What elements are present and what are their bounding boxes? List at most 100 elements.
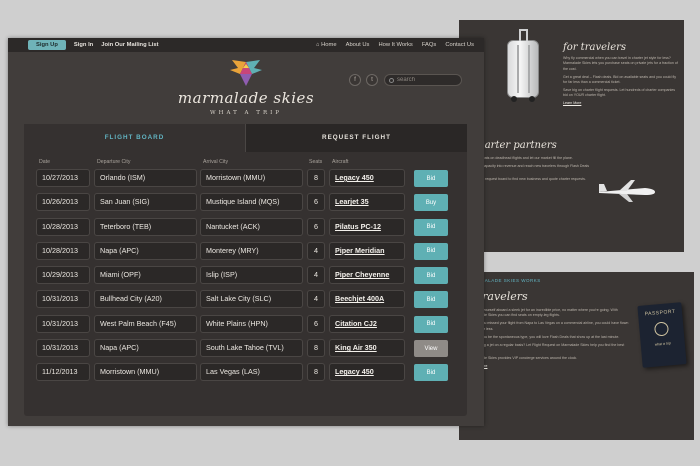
date-cell: 11/12/2013 (36, 363, 90, 382)
departure-cell: Orlando (ISM) (94, 169, 197, 187)
aircraft-link[interactable]: Piper Meridian (329, 241, 405, 260)
departure-cell: Morristown (MMU) (94, 363, 197, 382)
aircraft-link[interactable]: Legacy 450 (329, 363, 405, 382)
date-cell: 10/26/2013 (36, 193, 90, 212)
departure-cell: Miami (OPF) (94, 266, 197, 285)
twitter-icon[interactable]: t (366, 74, 378, 86)
bottom-text-4: Chartering a jet on a regular basis? Let… (469, 342, 625, 352)
bird-logo[interactable] (228, 58, 264, 88)
bottom-text-5: Marmalade Skies provides VIP concierge s… (469, 355, 578, 360)
table-row: 11/12/2013 Morristown (MMU) Las Vegas (LAS… (24, 363, 467, 383)
learn-more-link[interactable]: Learn More (563, 101, 581, 105)
travelers-text-1: Why fly commercial when you can travel i… (563, 56, 678, 71)
bid-button[interactable]: Bid (414, 315, 448, 333)
jet-image (599, 180, 655, 202)
arrival-cell: Nantucket (ACK) (200, 217, 303, 236)
date-cell: 10/27/2013 (36, 169, 90, 187)
date-cell: 10/28/2013 (36, 217, 90, 236)
bid-button[interactable]: Bid (414, 242, 448, 260)
aircraft-link[interactable]: King Air 350 (329, 339, 405, 358)
arrival-cell: Islip (ISP) (200, 266, 303, 285)
mailing-list-link[interactable]: Join Our Mailing List (101, 42, 158, 48)
date-cell: 10/31/2013 (36, 339, 90, 358)
search-input[interactable] (397, 77, 457, 83)
preview-panel-how-it-works: MARMALADE SKIES WORKS r travelers Imagin… (459, 272, 694, 440)
col-date: Date (39, 159, 50, 165)
travelers-text-3: Save big on charter flight requests. Let… (563, 88, 676, 98)
passport-image: PASSPORT what a trip (637, 302, 687, 368)
seats-cell: 4 (307, 266, 325, 285)
bid-button[interactable]: Bid (414, 364, 448, 382)
seats-cell: 8 (307, 169, 325, 187)
brand-name: marmalade skies (177, 89, 315, 107)
aircraft-link[interactable]: Piper Cheyenne (329, 266, 405, 285)
nav-contact-link[interactable]: Contact Us (445, 42, 474, 48)
travelers-heading: for travelers (563, 42, 627, 53)
col-departure: Departure City (97, 159, 131, 165)
nav-home-link[interactable]: ⌂ Home (316, 42, 337, 48)
departure-cell: Napa (APC) (94, 241, 197, 260)
sign-up-button[interactable]: Sign Up (28, 40, 66, 50)
table-row: 10/27/2013 Orlando (ISM) Morristown (MMU) 8… (24, 169, 467, 189)
date-cell: 10/31/2013 (36, 290, 90, 309)
table-row: 10/31/2013 Napa (APC) South Lake Tahoe (TV… (24, 339, 467, 359)
table-row: 10/31/2013 Bullhead City (A20) Salt Lake C… (24, 290, 467, 310)
view-button[interactable]: View (414, 340, 448, 358)
seats-cell: 4 (307, 241, 325, 260)
buy-button[interactable]: Buy (414, 194, 448, 212)
brand-tagline: WHAT A TRIP (210, 110, 282, 116)
date-cell: 10/28/2013 (36, 241, 90, 260)
board-tabs: FLIGHT BOARD REQUEST FLIGHT (24, 124, 467, 152)
preview-panel-travelers: for travelers Why fly commercial when yo… (459, 20, 684, 252)
table-row: 10/26/2013 San Juan (SIG) Mustique Island … (24, 193, 467, 213)
departure-cell: Teterboro (TEB) (94, 217, 197, 236)
table-header: Date Departure City Arrival City Seats A… (24, 159, 467, 169)
aircraft-link[interactable]: Pilatus PC-12 (329, 217, 405, 236)
nav-how-it-works-link[interactable]: How It Works (378, 42, 412, 48)
bid-button[interactable]: Bid (414, 170, 448, 187)
seats-cell: 6 (307, 193, 325, 212)
search-icon (389, 77, 394, 83)
travelers-text-2: Get a great deal – Flash deals. Bid on a… (563, 74, 677, 85)
bid-button[interactable]: Bid (414, 267, 448, 285)
site-header: marmalade skies WHAT A TRIP f t (8, 52, 484, 128)
col-aircraft: Aircraft (332, 159, 349, 165)
seats-cell: 6 (307, 314, 325, 333)
col-seats: Seats (309, 159, 323, 165)
date-cell: 10/29/2013 (36, 266, 90, 285)
main-window: Sign Up Sign In Join Our Mailing List ⌂ … (8, 38, 484, 426)
bid-button[interactable]: Bid (414, 291, 448, 309)
seats-cell: 6 (307, 217, 325, 236)
tab-flight-board[interactable]: FLIGHT BOARD (24, 124, 245, 152)
aircraft-link[interactable]: Beechjet 400A (329, 290, 405, 309)
top-bar: Sign Up Sign In Join Our Mailing List ⌂ … (8, 38, 484, 52)
arrival-cell: Salt Lake City (SLC) (200, 290, 303, 309)
aircraft-link[interactable]: Citation CJ2 (329, 314, 405, 333)
nav-about-link[interactable]: About Us (346, 42, 370, 48)
search-box (384, 74, 462, 86)
bottom-text-2: Before you missed your flight from Napa … (469, 321, 629, 331)
table-row: 10/29/2013 Miami (OPF) Islip (ISP) 4 Piper C… (24, 266, 467, 286)
departure-cell: Napa (APC) (94, 339, 197, 358)
arrival-cell: Morristown (MMU) (200, 169, 303, 187)
seats-cell: 4 (307, 290, 325, 309)
facebook-icon[interactable]: f (349, 74, 361, 86)
table-row: 10/28/2013 Teterboro (TEB) Nantucket (ACK)… (24, 217, 467, 238)
departure-cell: San Juan (SIG) (94, 193, 197, 212)
table-row: 10/31/2013 West Palm Beach (F45) White Pla… (24, 314, 467, 335)
main-nav: ⌂ Home About Us How It Works FAQs Contac… (316, 42, 474, 48)
bottom-text-1: Imagine yourself aboard a sleek jet for … (469, 308, 618, 318)
bid-button[interactable]: Bid (414, 218, 448, 236)
seats-cell: 8 (307, 363, 325, 382)
suitcase-image (507, 29, 539, 102)
seats-cell: 8 (307, 339, 325, 358)
tab-request-flight[interactable]: REQUEST FLIGHT (245, 124, 467, 152)
sign-in-link[interactable]: Sign In (74, 42, 93, 48)
date-cell: 10/31/2013 (36, 314, 90, 333)
table-row: 10/28/2013 Napa (APC) Monterey (MRY) 4 Piper… (24, 241, 467, 262)
aircraft-link[interactable]: Learjet 35 (329, 193, 405, 212)
flight-board: FLIGHT BOARD REQUEST FLIGHT Date Departu… (24, 124, 467, 416)
nav-faqs-link[interactable]: FAQs (422, 42, 437, 48)
aircraft-link[interactable]: Legacy 450 (329, 169, 405, 187)
bottom-text-3: Should you be the spontaneous type, you … (469, 334, 620, 339)
